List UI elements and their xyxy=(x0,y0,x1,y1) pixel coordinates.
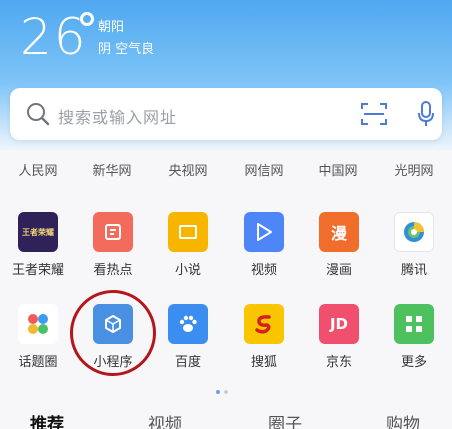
app-wangzhe[interactable]: 王者荣耀 王者荣耀 xyxy=(0,212,76,282)
site-link[interactable]: 人民网 xyxy=(0,160,76,179)
feed-tabs: 推荐 视频 圈子 购物 xyxy=(0,402,452,429)
game-icon: 王者荣耀 xyxy=(18,212,58,252)
site-link[interactable]: 网信网 xyxy=(226,160,302,179)
app-label: 京东 xyxy=(325,355,352,370)
app-label: 看热点 xyxy=(93,263,133,278)
degree-icon xyxy=(80,12,94,26)
app-jd[interactable]: JD 京东 xyxy=(301,304,377,374)
app-label: 王者荣耀 xyxy=(11,263,64,278)
app-sohu[interactable]: 搜狐 xyxy=(226,304,302,374)
highlight-ring xyxy=(70,290,156,376)
tab-circle[interactable]: 圈子 xyxy=(268,410,302,429)
weather-condition: 阴 空气良 xyxy=(98,42,155,57)
play-icon xyxy=(244,212,284,252)
page-dot xyxy=(224,390,228,394)
search-bar[interactable]: 搜索或输入网址 xyxy=(10,88,442,140)
sohu-icon xyxy=(244,304,284,344)
app-comic[interactable]: 漫 漫画 xyxy=(301,212,377,282)
jd-icon: JD xyxy=(319,304,359,344)
app-label: 更多 xyxy=(400,355,427,370)
app-label: 漫画 xyxy=(325,263,352,278)
comic-icon: 漫 xyxy=(319,212,359,252)
app-novel[interactable]: 小说 xyxy=(150,212,226,282)
city: 朝阳 xyxy=(98,20,125,35)
temperature: 26 xyxy=(20,8,88,66)
app-tencent[interactable]: 腾讯 xyxy=(376,212,452,282)
book-icon xyxy=(168,212,208,252)
microphone-icon[interactable] xyxy=(416,100,436,132)
app-label: 腾讯 xyxy=(400,263,427,278)
search-icon xyxy=(26,102,50,130)
app-label: 话题圈 xyxy=(18,355,58,370)
site-link[interactable]: 央视网 xyxy=(150,160,226,179)
search-input[interactable]: 搜索或输入网址 xyxy=(58,104,177,128)
app-baidu[interactable]: 百度 xyxy=(150,304,226,374)
app-video[interactable]: 视频 xyxy=(226,212,302,282)
tencent-icon xyxy=(394,212,434,252)
tab-shopping[interactable]: 购物 xyxy=(386,410,420,429)
app-label: 小说 xyxy=(174,263,201,278)
site-link[interactable]: 新华网 xyxy=(74,160,150,179)
scan-icon[interactable] xyxy=(360,102,388,130)
tab-recommend[interactable]: 推荐 xyxy=(30,410,64,429)
tab-video[interactable]: 视频 xyxy=(148,410,182,429)
site-link[interactable]: 光明网 xyxy=(376,160,452,179)
app-hot-news[interactable]: 看热点 xyxy=(75,212,151,282)
app-more[interactable]: 更多 xyxy=(376,304,452,374)
more-grid-icon xyxy=(394,304,434,344)
app-label: 搜狐 xyxy=(250,355,277,370)
weather-header: 26 朝阳 阴 空气良 搜索或输入网址 xyxy=(0,0,452,150)
app-label: 百度 xyxy=(174,355,201,370)
page-indicator xyxy=(216,379,232,398)
app-label: 视频 xyxy=(250,263,277,278)
topic-icon xyxy=(18,304,58,344)
site-links: 人民网 新华网 央视网 网信网 中国网 光明网 xyxy=(0,160,452,184)
hot-news-icon xyxy=(93,212,133,252)
page-dot-active xyxy=(216,390,220,394)
app-topic[interactable]: 话题圈 xyxy=(0,304,76,374)
paw-icon xyxy=(168,304,208,344)
site-link[interactable]: 中国网 xyxy=(300,160,376,179)
